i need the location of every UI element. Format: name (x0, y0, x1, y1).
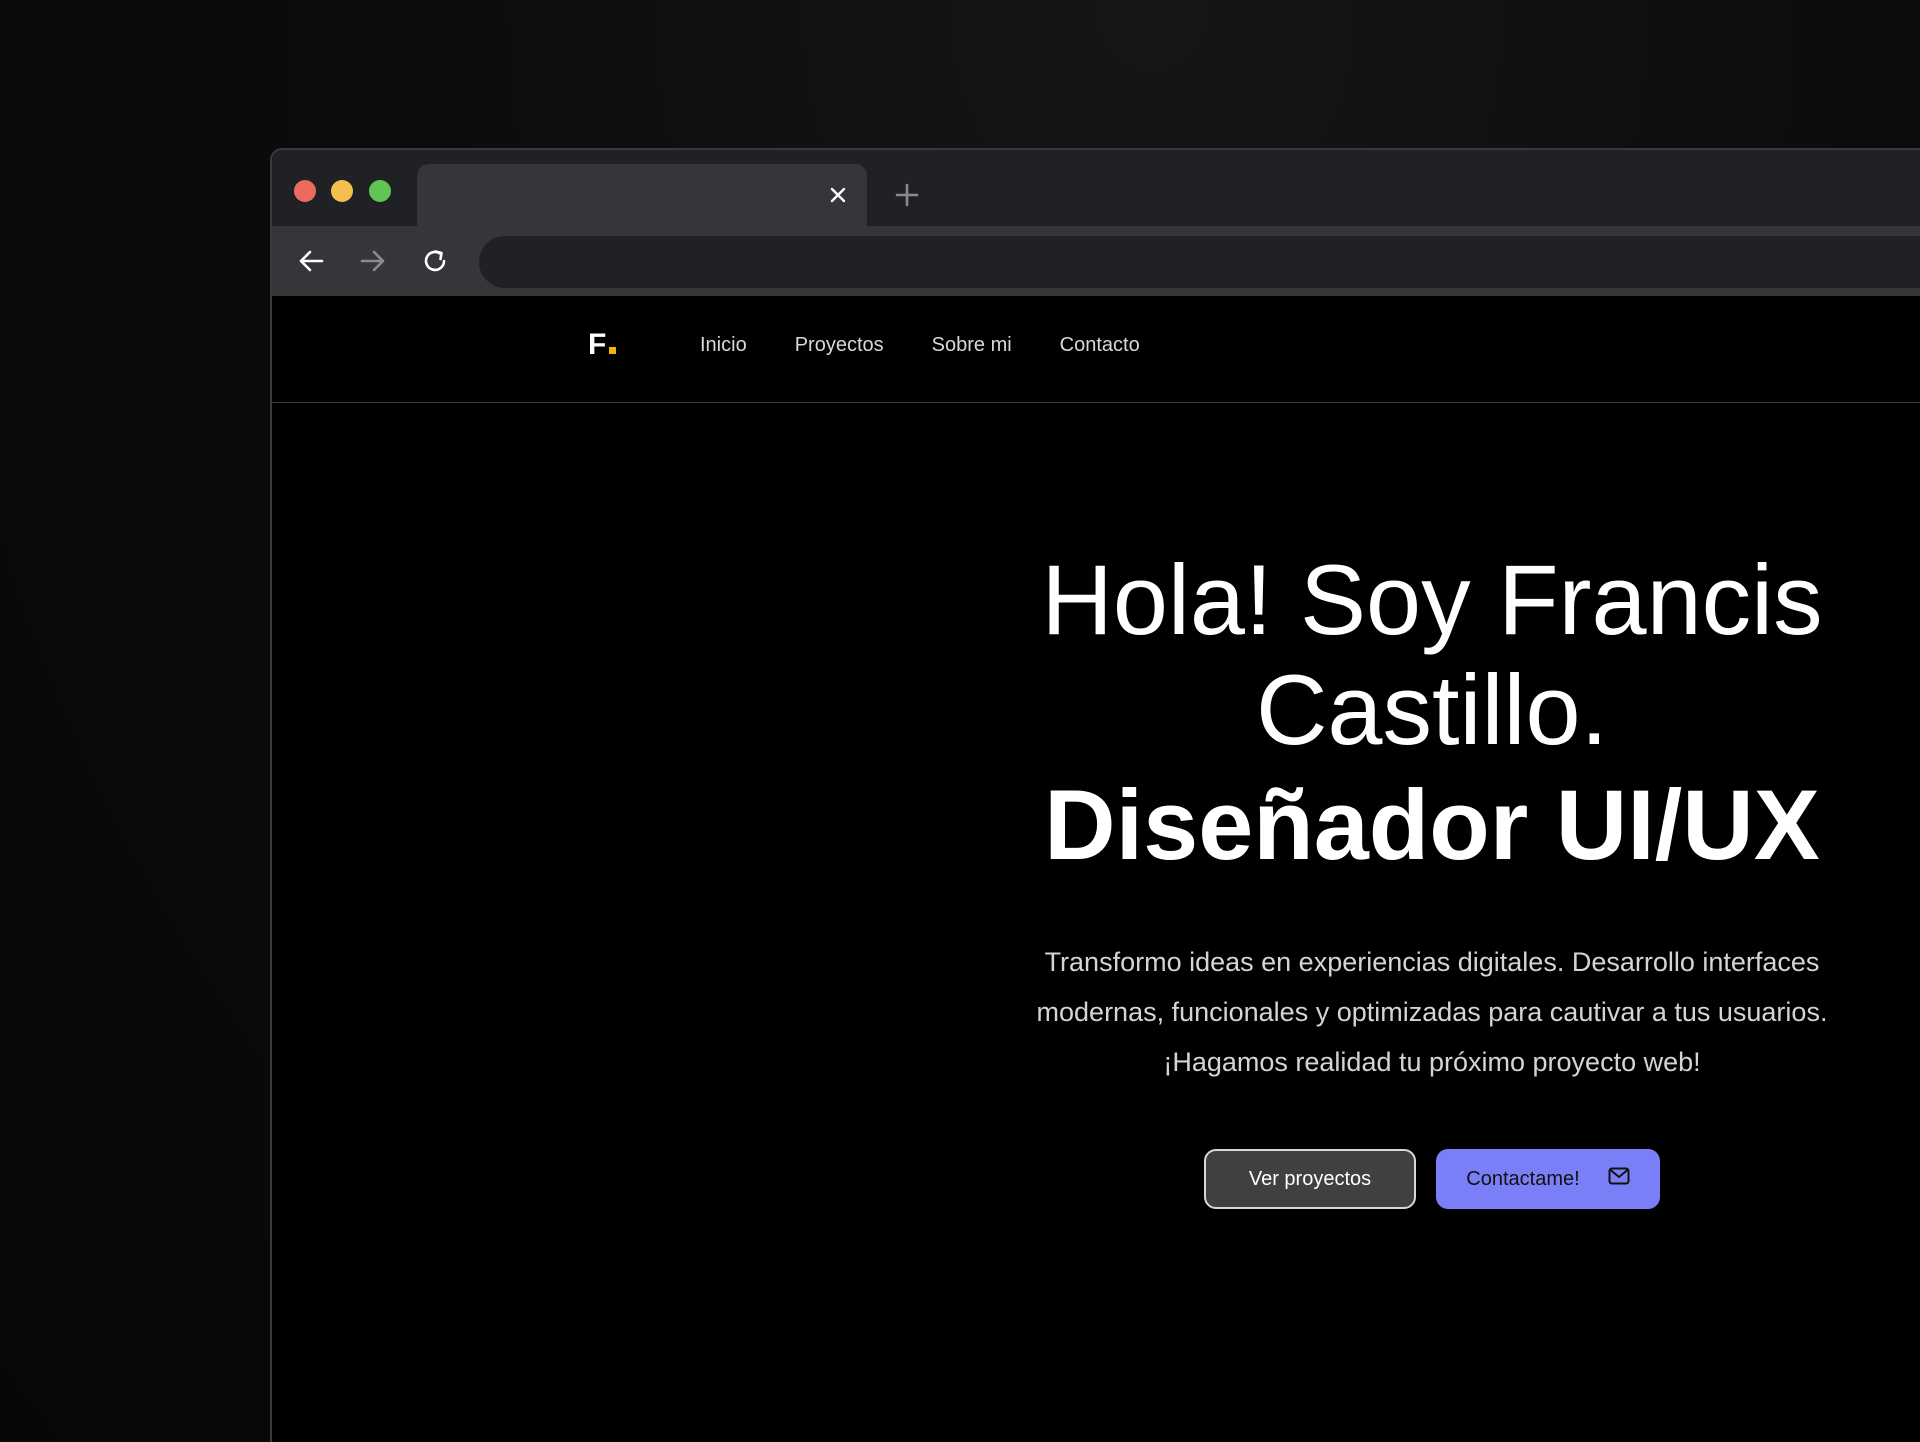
view-projects-label: Ver proyectos (1248, 1167, 1372, 1190)
mail-icon (1608, 1167, 1630, 1191)
maximize-window-button[interactable] (369, 180, 391, 202)
hero-description-line-1: Transformo ideas en experiencias digital… (1044, 947, 1820, 977)
address-bar[interactable] (479, 236, 1920, 288)
nav-link-contacto[interactable]: Contacto (1060, 334, 1140, 357)
hero-title: Hola! Soy Francis Castillo. Diseñador UI… (932, 545, 1920, 883)
site-nav: Inicio Proyectos Sobre mi Contacto (700, 334, 1188, 357)
browser-window: F Inicio Proyectos Sobre mi Contacto Hol… (270, 148, 1920, 1442)
minimize-window-button[interactable] (331, 180, 353, 202)
arrow-right-icon[interactable] (354, 242, 392, 280)
logo-letter: F (588, 328, 607, 361)
hero-section: Hola! Soy Francis Castillo. Diseñador UI… (932, 545, 1920, 1209)
reload-icon[interactable] (416, 242, 454, 280)
hero-title-line-1: Hola! Soy Francis (1041, 544, 1823, 655)
browser-toolbar (272, 226, 1920, 296)
arrow-left-icon[interactable] (292, 242, 330, 280)
view-projects-button[interactable]: Ver proyectos (1204, 1149, 1416, 1209)
contact-button[interactable]: Contactame! (1436, 1149, 1660, 1209)
logo-dot (609, 347, 617, 354)
nav-link-inicio[interactable]: Inicio (700, 334, 747, 357)
close-icon[interactable] (823, 180, 853, 210)
nav-link-proyectos[interactable]: Proyectos (795, 334, 884, 357)
browser-tab[interactable] (417, 164, 867, 226)
hero-title-line-2: Castillo. (1255, 654, 1609, 765)
plus-icon[interactable] (890, 178, 924, 212)
site-logo[interactable]: F (588, 328, 617, 362)
hero-description-line-2: modernas, funcionales y optimizadas para… (1036, 997, 1828, 1027)
cta-row: Ver proyectos Contactame! (932, 1149, 1920, 1209)
tab-bar (272, 150, 1920, 226)
hero-role: Diseñador UI/UX (1044, 769, 1820, 880)
contact-label: Contactame! (1466, 1167, 1580, 1190)
nav-link-sobre-mi[interactable]: Sobre mi (932, 334, 1012, 357)
hero-description-line-3: ¡Hagamos realidad tu próximo proyecto we… (1163, 1047, 1701, 1077)
close-window-button[interactable] (294, 180, 316, 202)
hero-description: Transformo ideas en experiencias digital… (972, 937, 1892, 1087)
site-header: F Inicio Proyectos Sobre mi Contacto (272, 296, 1920, 403)
